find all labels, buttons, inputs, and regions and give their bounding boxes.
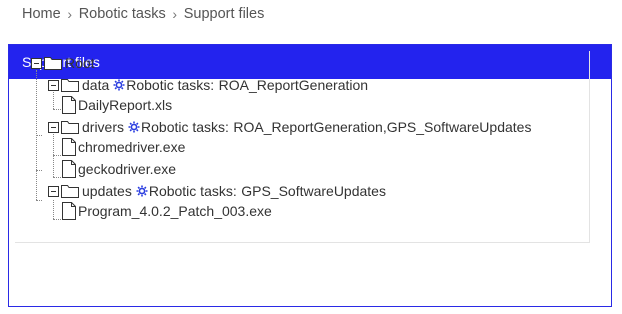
- tree-node-label: Root: [65, 55, 95, 71]
- folder-icon: [61, 184, 79, 198]
- robotic-tasks-list: ROA_ReportGeneration: [218, 77, 369, 93]
- tree-node-root[interactable]: Root: [31, 53, 95, 73]
- gear-icon: [128, 121, 140, 133]
- tree-connector: [53, 219, 61, 220]
- chevron-right-icon: ›: [172, 6, 178, 22]
- breadcrumb-home[interactable]: Home: [22, 6, 61, 22]
- robotic-tasks-prefix: Robotic tasks:: [141, 119, 229, 135]
- gear-icon: [113, 79, 125, 91]
- folder-name: data: [82, 77, 110, 93]
- tree-connector: [53, 200, 54, 219]
- file-icon: [62, 160, 76, 178]
- tree-node-file[interactable]: chromedriver.exe: [62, 137, 185, 157]
- robotic-tasks-list: GPS_SoftwareUpdates: [241, 183, 386, 199]
- tree-node-folder[interactable]: drivers Robotic tasks: ROA_ReportGenerat…: [48, 117, 531, 137]
- robotic-tasks-prefix: Robotic tasks:: [148, 183, 237, 199]
- file-icon: [62, 138, 76, 156]
- tree-connector: [36, 135, 42, 136]
- breadcrumb-current: Support files: [183, 6, 265, 22]
- file-icon: [62, 96, 76, 114]
- collapse-toggle-icon[interactable]: [48, 121, 59, 133]
- collapse-toggle-icon[interactable]: [48, 79, 59, 91]
- tree-node-file[interactable]: DailyReport.xls: [62, 95, 172, 115]
- tree-node-file[interactable]: geckodriver.exe: [62, 159, 176, 179]
- chevron-right-icon: ›: [67, 6, 73, 22]
- file-name: chromedriver.exe: [78, 139, 186, 155]
- folder-icon: [61, 78, 79, 92]
- breadcrumb: Home › Robotic tasks › Support files: [22, 4, 264, 24]
- tree-connector: [36, 200, 42, 201]
- robotic-tasks-list: ROA_ReportGeneration,GPS_SoftwareUpdates: [233, 119, 532, 135]
- folder-name: updates: [82, 183, 132, 199]
- gear-icon: [136, 185, 148, 197]
- collapse-toggle-icon[interactable]: [31, 57, 42, 69]
- robotic-tasks-prefix: Robotic tasks:: [126, 77, 215, 93]
- file-name: geckodriver.exe: [78, 161, 177, 177]
- folder-icon: [61, 120, 79, 134]
- folder-icon: [44, 56, 62, 70]
- tree-connector: [53, 109, 61, 110]
- tree-node-file[interactable]: Program_4.0.2_Patch_003.exe: [62, 201, 272, 221]
- file-name: Program_4.0.2_Patch_003.exe: [78, 203, 272, 219]
- file-icon: [62, 202, 76, 220]
- tree-node-folder[interactable]: updates Robotic tasks: GPS_SoftwareUpdat…: [48, 181, 386, 201]
- tree-connector: [53, 155, 61, 156]
- collapse-toggle-icon[interactable]: [48, 185, 59, 197]
- file-tree: Root data Robotic tasks: ROA_ReportGener…: [15, 51, 590, 243]
- tree-connector: [36, 170, 42, 171]
- breadcrumb-robotic-tasks[interactable]: Robotic tasks: [79, 6, 166, 22]
- folder-name: drivers: [82, 119, 125, 135]
- tree-node-folder[interactable]: data Robotic tasks: ROA_ReportGeneration: [48, 75, 368, 95]
- file-name: DailyReport.xls: [78, 97, 173, 113]
- tree-connector: [53, 177, 61, 178]
